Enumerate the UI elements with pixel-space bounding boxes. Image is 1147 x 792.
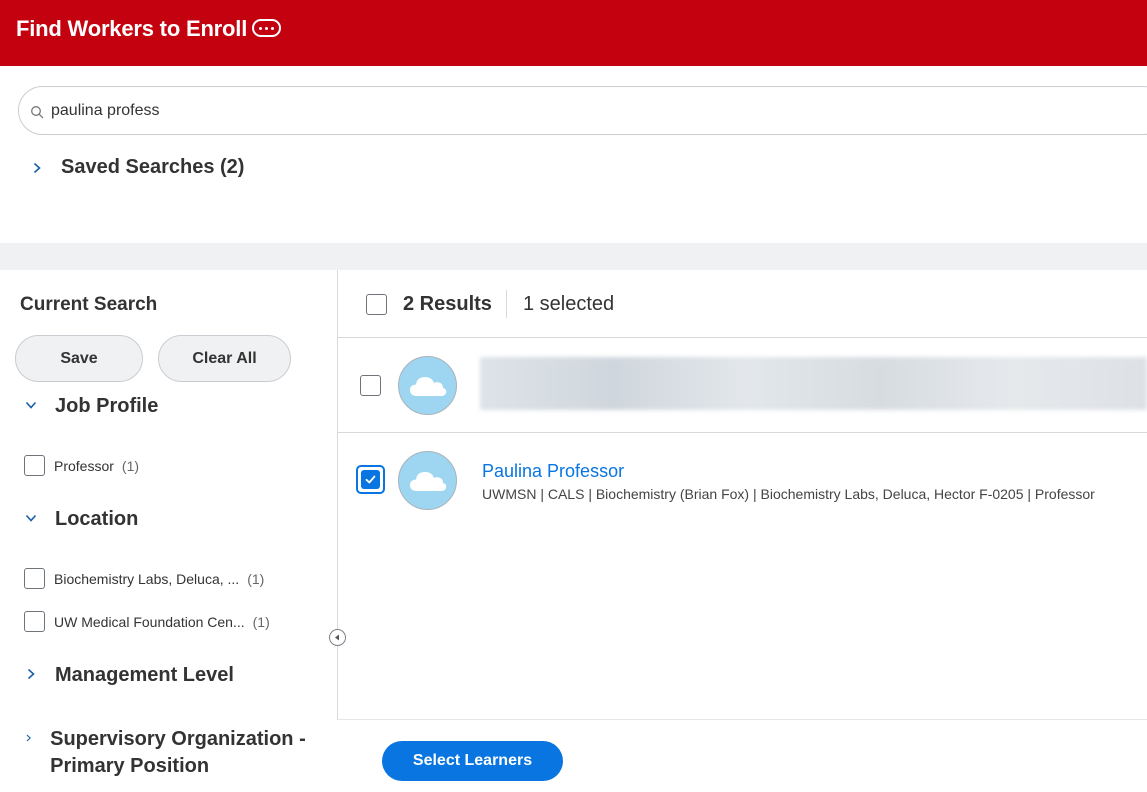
facet-option-professor: Professor (1) [24, 455, 139, 476]
selected-count: 1 selected [523, 293, 615, 315]
section-divider [0, 243, 1147, 270]
select-learners-button[interactable]: Select Learners [382, 741, 563, 781]
result-row [338, 339, 1147, 433]
facet-option-count: (1) [252, 613, 270, 630]
footer-divider [338, 719, 1147, 720]
facet-option-label: Professor [54, 457, 114, 474]
facet-option-biochemistry-labs: Biochemistry Labs, Deluca, ... (1) [24, 568, 264, 589]
result-row: Paulina Professor UWMSN | CALS | Biochem… [338, 434, 1147, 534]
results-separator [506, 290, 507, 318]
worker-name-link[interactable]: Paulina Professor [482, 461, 624, 482]
facet-option-count: (1) [247, 570, 265, 587]
chevron-right-icon [27, 668, 35, 680]
current-search-heading: Current Search [20, 294, 158, 315]
facet-option-count: (1) [121, 457, 140, 474]
facet-label: Management Level [55, 664, 234, 686]
page-title: Find Workers to Enroll [16, 16, 248, 41]
facet-option-uw-medical: UW Medical Foundation Cen... (1) [24, 611, 270, 632]
chevron-right-icon [33, 162, 41, 173]
select-all-checkbox[interactable] [366, 294, 387, 315]
page-header: Find Workers to Enroll [0, 0, 1147, 66]
facet-label: Location [55, 508, 139, 530]
facet-job-profile[interactable]: Job Profile [24, 393, 158, 420]
avatar [398, 356, 457, 415]
clear-all-button[interactable]: Clear All [158, 335, 291, 382]
results-count: 2 Results [403, 293, 492, 315]
facet-option-label: UW Medical Foundation Cen... [54, 613, 245, 630]
chevron-down-icon [25, 514, 37, 522]
facet-checkbox[interactable] [24, 611, 45, 632]
facet-label: Job Profile [55, 395, 159, 417]
ellipsis-icon[interactable] [252, 19, 281, 37]
facet-supervisory-organization[interactable]: Supervisory Organization - Primary Posit… [24, 726, 324, 780]
facet-option-label: Biochemistry Labs, Deluca, ... [54, 570, 240, 587]
facet-checkbox[interactable] [24, 455, 45, 476]
collapse-panel-button[interactable] [329, 629, 346, 646]
save-search-button[interactable]: Save [15, 335, 143, 382]
cloud-icon [409, 376, 446, 396]
results-header: 2 Results 1 selected [338, 270, 1147, 338]
chevron-right-icon [26, 734, 31, 742]
facet-label: Supervisory Organization - Primary Posit… [50, 728, 306, 777]
facet-checkbox[interactable] [24, 568, 45, 589]
cloud-icon [409, 471, 446, 491]
worker-details: UWMSN | CALS | Biochemistry (Brian Fox) … [482, 486, 1095, 502]
checkmark-icon [365, 475, 376, 484]
search-icon [31, 106, 44, 119]
search-box[interactable] [18, 86, 1147, 135]
row-checkbox[interactable] [360, 375, 381, 396]
avatar [398, 451, 457, 510]
caret-left-icon [335, 634, 339, 641]
saved-searches-label: Saved Searches (2) [61, 156, 245, 178]
facet-location[interactable]: Location [24, 506, 138, 533]
row-checkbox-checked[interactable] [356, 465, 385, 494]
chevron-down-icon [25, 401, 37, 409]
facet-management-level[interactable]: Management Level [24, 662, 234, 689]
saved-searches-toggle[interactable]: Saved Searches (2) [30, 156, 244, 179]
search-input[interactable] [51, 100, 651, 122]
redacted-worker-info [480, 357, 1147, 410]
